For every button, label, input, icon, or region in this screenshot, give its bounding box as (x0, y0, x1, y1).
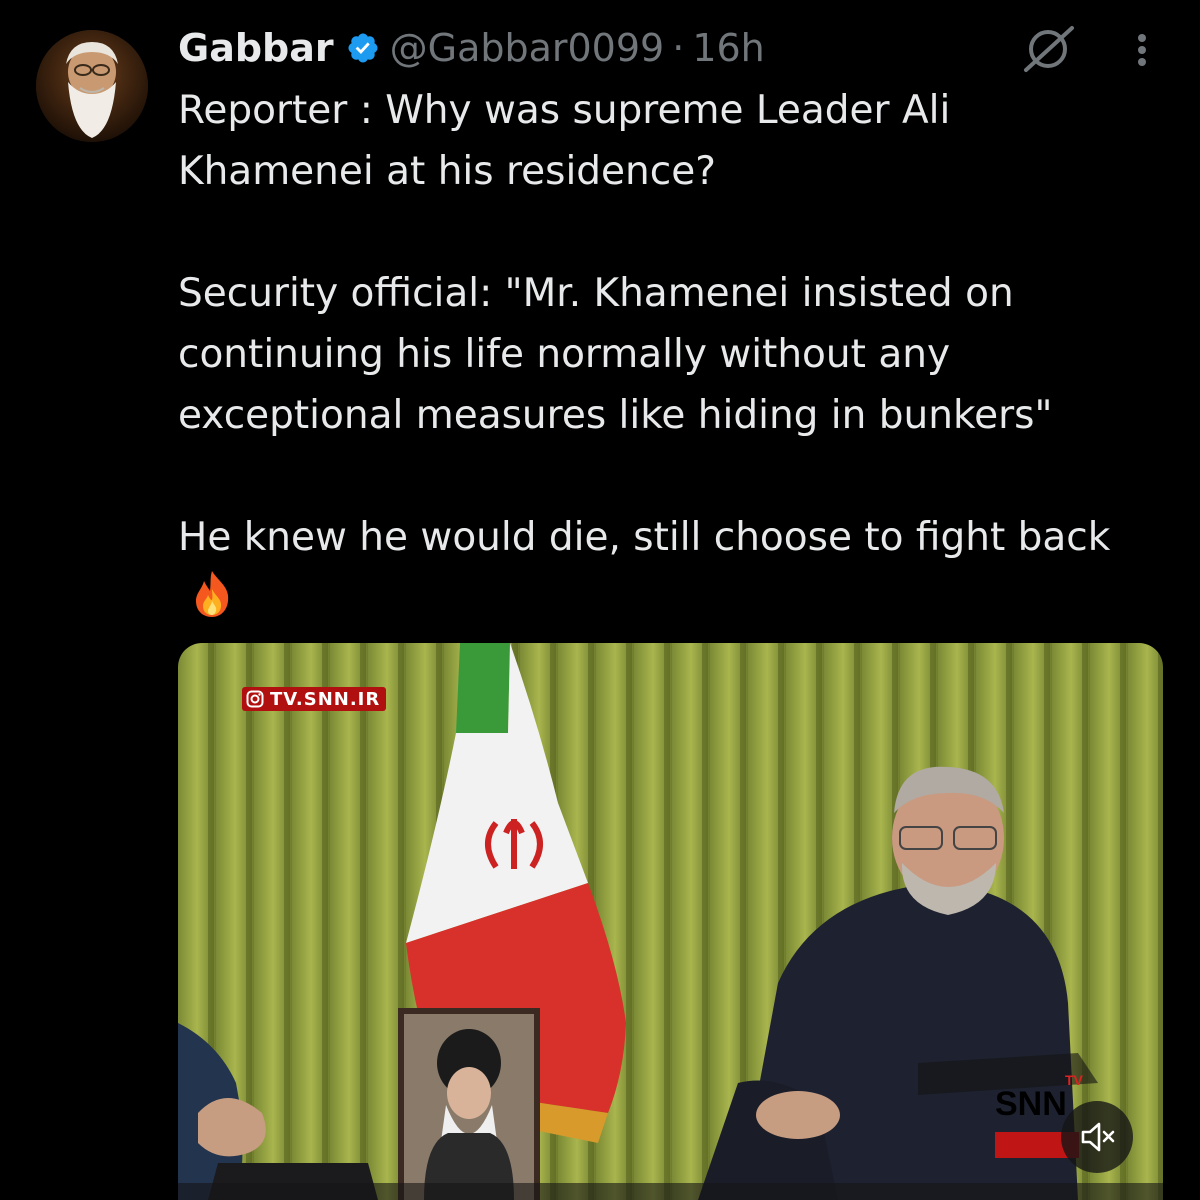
watermark-text: TV.SNN.IR (270, 688, 381, 710)
grok-icon[interactable] (1018, 24, 1078, 74)
tweet-paragraph-1: Reporter : Why was supreme Leader Ali Kh… (178, 88, 963, 194)
separator-dot: · (672, 26, 685, 70)
author-handle[interactable]: @Gabbar0099 (390, 26, 665, 70)
tweet-paragraph-3: He knew he would die, still choose to fi… (178, 507, 1138, 629)
volume-muted-icon (1081, 1122, 1115, 1152)
fire-emoji-icon (196, 571, 229, 617)
video-watermark: TV.SNN.IR (242, 687, 387, 711)
channel-logo-text: SNN (995, 1085, 1067, 1123)
video-player[interactable]: TV.SNN.IR SNN TV (178, 643, 1163, 1200)
tweet-text: Reporter : Why was supreme Leader Ali Kh… (178, 80, 1138, 629)
author-name[interactable]: Gabbar (178, 26, 334, 70)
tweet-card[interactable]: Gabbar @Gabbar0099 · 16h Reporter : Why … (0, 0, 1200, 1200)
tweet-header: Gabbar @Gabbar0099 · 16h (178, 22, 765, 74)
tweet-paragraph-3-text: He knew he would die, still choose to fi… (178, 515, 1111, 560)
tweet-paragraph-2: Security official: "Mr. Khamenei insiste… (178, 271, 1053, 438)
verified-badge-icon (348, 33, 378, 63)
channel-logo-tv: TV (1065, 1072, 1083, 1088)
mute-button[interactable] (1061, 1101, 1133, 1173)
timestamp[interactable]: 16h (692, 26, 764, 70)
instagram-icon (246, 690, 264, 708)
avatar[interactable] (36, 30, 148, 142)
more-options-icon[interactable] (1126, 24, 1158, 76)
